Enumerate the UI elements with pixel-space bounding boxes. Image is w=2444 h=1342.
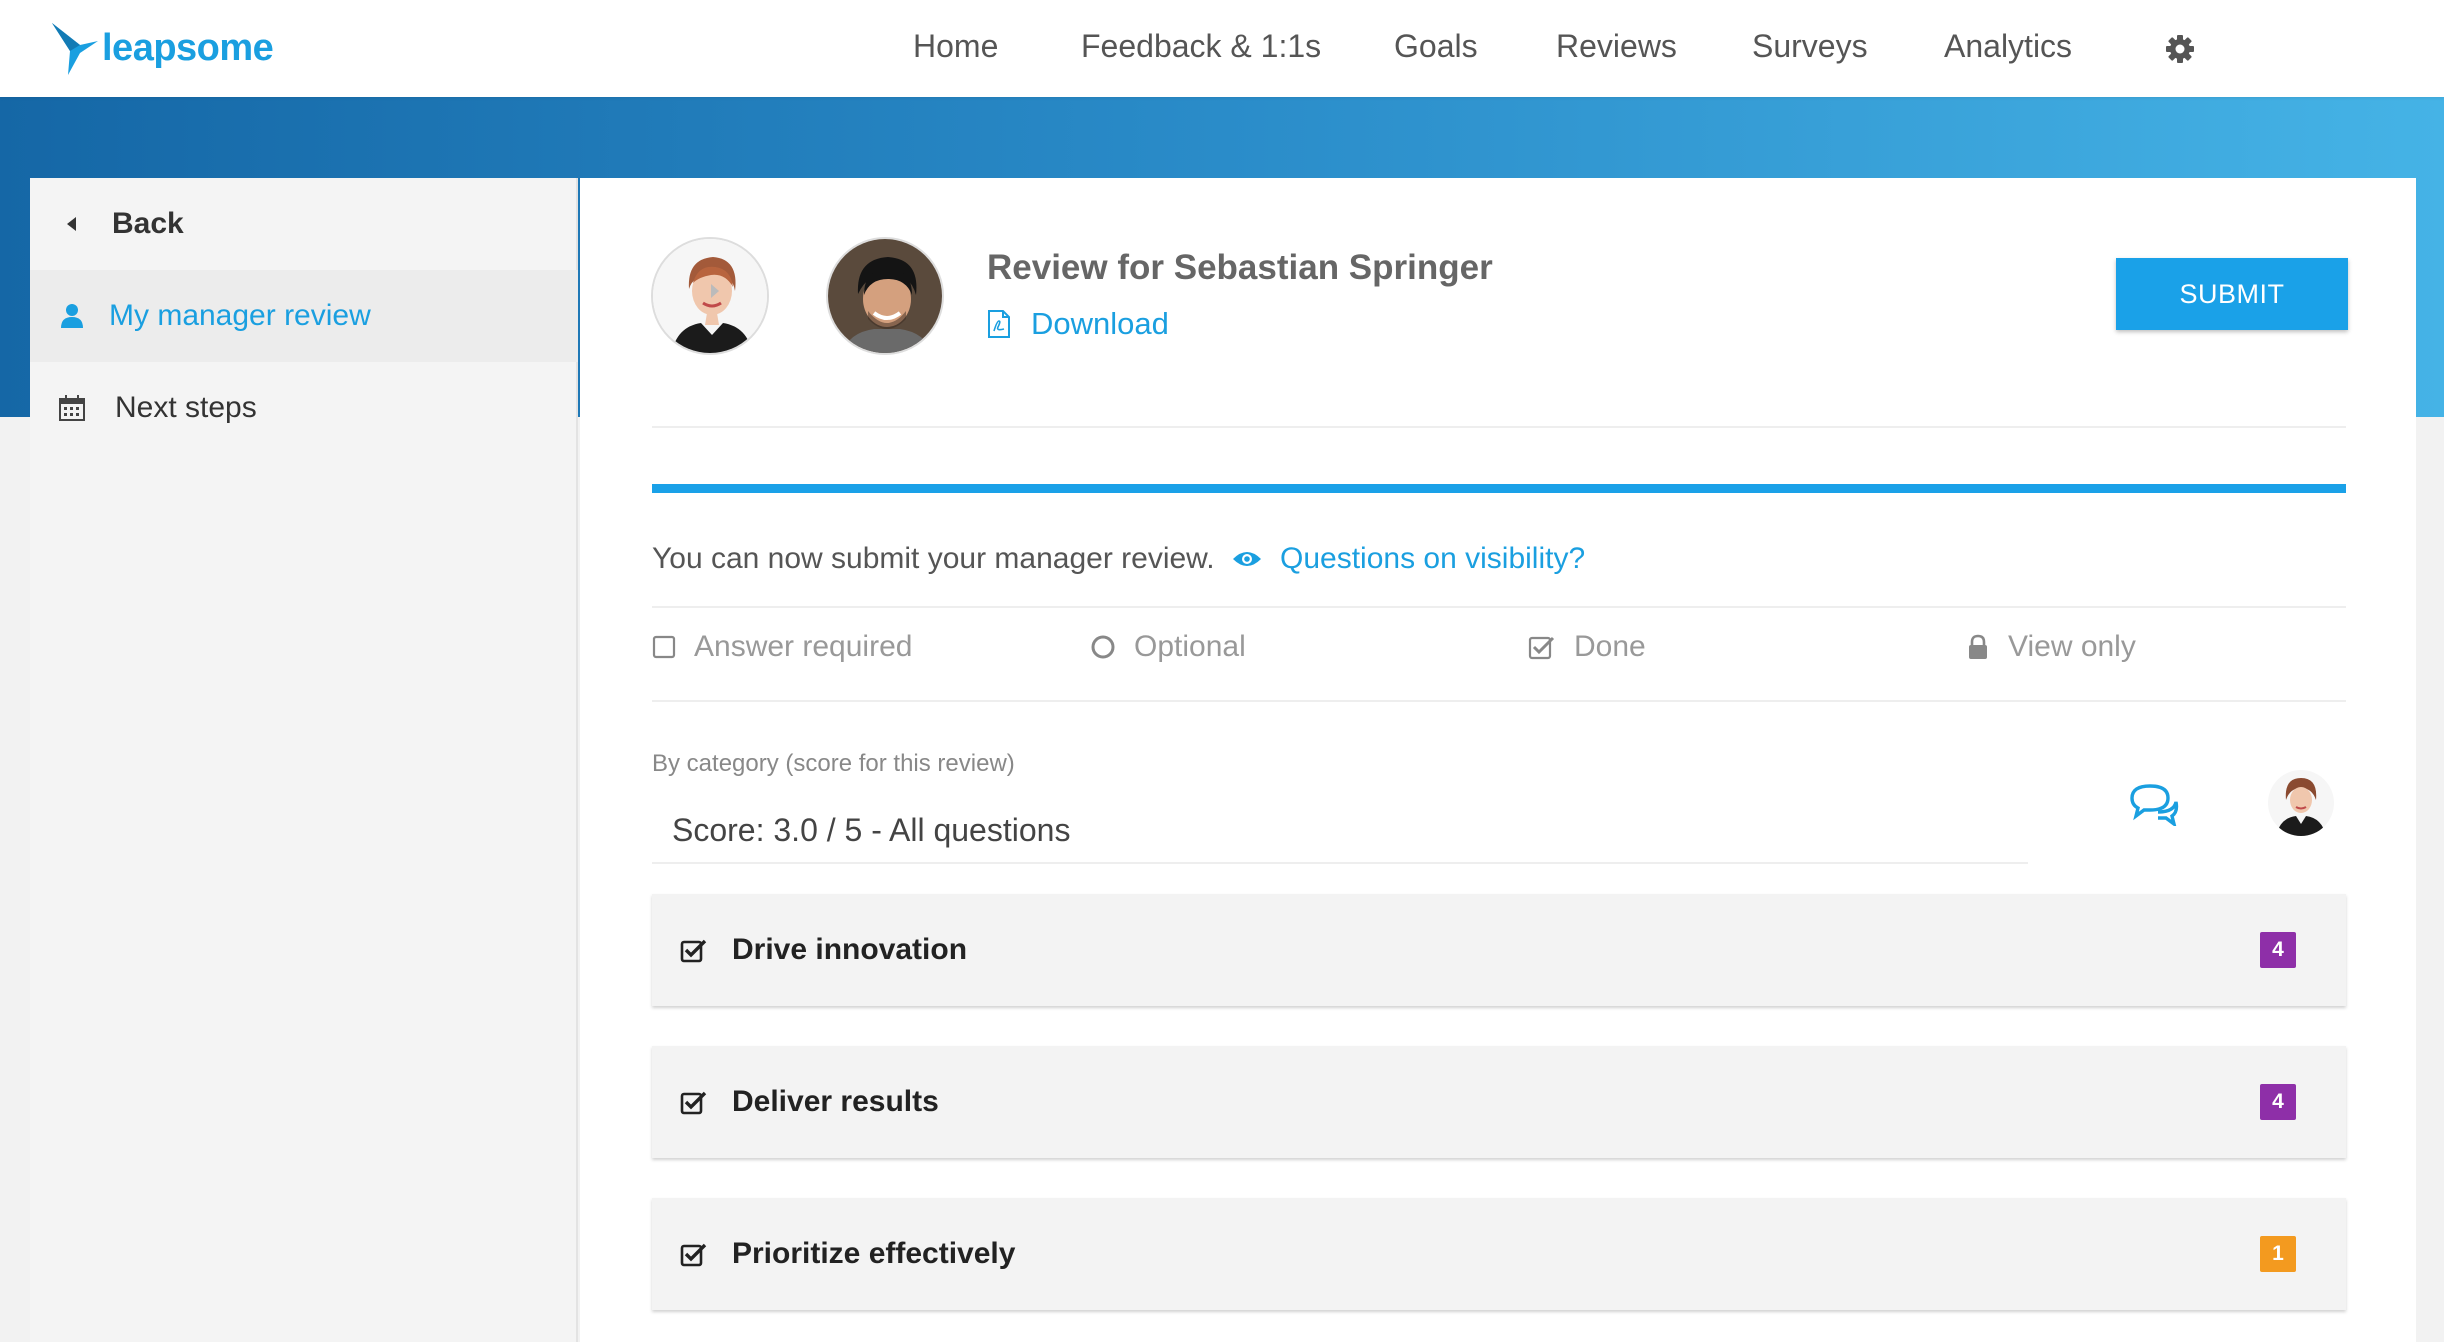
divider: [652, 700, 2346, 702]
legend-label: Done: [1574, 630, 1646, 663]
category-score-badge: 4: [2260, 1084, 2296, 1120]
brand-name: leapsome: [102, 26, 274, 69]
divider: [652, 606, 2346, 608]
download-label: Download: [1031, 306, 1169, 341]
nav-analytics[interactable]: Analytics: [1944, 28, 2072, 65]
legend-label: Answer required: [694, 630, 913, 663]
nav-surveys[interactable]: Surveys: [1752, 28, 1868, 65]
nav-reviews[interactable]: Reviews: [1556, 28, 1677, 65]
user-icon: [61, 304, 83, 328]
sidebar: Back My manager review Next steps: [30, 178, 578, 1342]
checked-checkbox-icon: [680, 939, 707, 963]
legend-label: Optional: [1134, 630, 1246, 663]
sidebar-item-label: My manager review: [109, 299, 371, 332]
checked-checkbox-icon: [680, 1243, 707, 1267]
sidebar-item-next-steps[interactable]: Next steps: [30, 362, 578, 454]
back-label: Back: [112, 207, 184, 240]
legend-optional: Optional: [1090, 630, 1246, 664]
review-title: Review for Sebastian Springer: [987, 248, 1493, 287]
bird-logo-icon: [52, 23, 98, 75]
submit-info-text: You can now submit your manager review.: [652, 542, 1215, 575]
divider: [652, 426, 2346, 428]
download-link[interactable]: Download: [987, 306, 1169, 342]
nav-home[interactable]: Home: [913, 28, 998, 65]
reviewer-small-photo: [2268, 770, 2334, 836]
legend-done: Done: [1528, 630, 1646, 664]
leapsome-logo[interactable]: leapsome: [50, 18, 274, 78]
review-progress-bar: [652, 484, 2346, 493]
empty-checkbox-icon: [652, 635, 676, 659]
eye-icon: [1233, 552, 1261, 566]
category-name: Deliver results: [732, 1085, 939, 1118]
category-name: Prioritize effectively: [732, 1237, 1016, 1270]
gear-icon[interactable]: [2164, 33, 2196, 65]
reviewer-small-avatar: [2268, 770, 2334, 836]
reviewee-photo: [828, 239, 942, 353]
nav-feedback[interactable]: Feedback & 1:1s: [1081, 28, 1321, 65]
lock-icon: [1969, 634, 1987, 659]
visibility-questions-link[interactable]: Questions on visibility?: [1232, 542, 1585, 576]
back-button[interactable]: Back: [30, 178, 578, 270]
checked-checkbox-icon: [1528, 636, 1555, 660]
comments-icon[interactable]: [2128, 782, 2180, 826]
score-underline: [652, 862, 2028, 864]
category-drive-innovation[interactable]: Drive innovation 4: [652, 894, 2346, 1006]
sidebar-item-my-manager-review[interactable]: My manager review: [30, 270, 578, 362]
legend-answer-required: Answer required: [652, 630, 912, 664]
submit-button[interactable]: SUBMIT: [2116, 258, 2348, 330]
category-score-label: By category (score for this review): [652, 750, 1015, 777]
category-score-badge: 1: [2260, 1236, 2296, 1272]
category-score-badge: 4: [2260, 932, 2296, 968]
category-prioritize-effectively[interactable]: Prioritize effectively 1: [652, 1198, 2346, 1310]
checked-checkbox-icon: [680, 1091, 707, 1115]
legend-view-only: View only: [1966, 630, 2136, 664]
visibility-label: Questions on visibility?: [1280, 542, 1586, 575]
pdf-file-icon: [988, 310, 1010, 338]
caret-left-icon: [67, 217, 76, 231]
progress-fill: [652, 484, 2346, 493]
legend-label: View only: [2008, 630, 2136, 663]
review-panel: Review for Sebastian Springer Download S…: [580, 178, 2416, 1342]
calendar-icon: [59, 395, 85, 421]
top-navigation-bar: leapsome Home Feedback & 1:1s Goals Revi…: [0, 0, 2444, 97]
circle-icon: [1091, 635, 1115, 659]
score-select[interactable]: Score: 3.0 / 5 - All questions: [672, 812, 1070, 849]
nav-goals[interactable]: Goals: [1394, 28, 1478, 65]
sidebar-item-label: Next steps: [115, 391, 257, 424]
arrow-right-icon: [711, 284, 719, 298]
category-name: Drive innovation: [732, 933, 968, 966]
category-deliver-results[interactable]: Deliver results 4: [652, 1046, 2346, 1158]
reviewee-avatar: [826, 237, 944, 355]
